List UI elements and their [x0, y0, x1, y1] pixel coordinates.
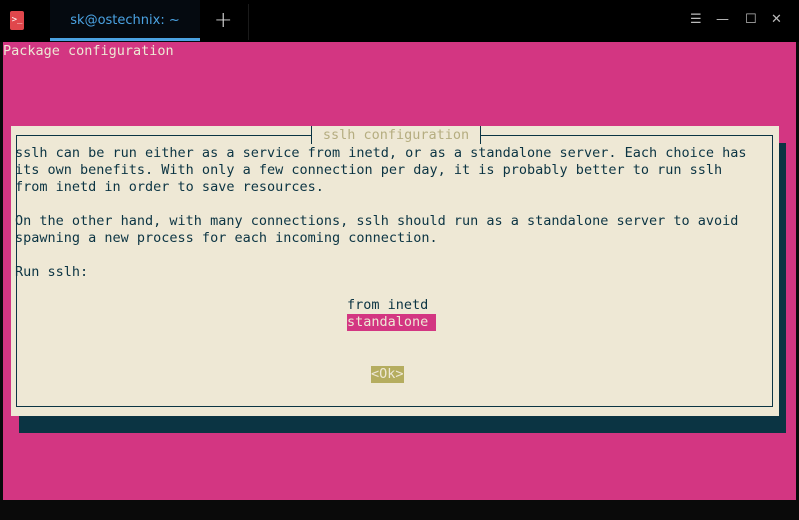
ok-button[interactable]: <Ok> [371, 366, 404, 383]
sslh-configuration-dialog: sslh configuration sslh can be run eithe… [11, 126, 779, 416]
description-line: spawning a new process for each incoming… [15, 230, 438, 246]
tab-divider [248, 4, 249, 40]
minimize-icon[interactable]: — [716, 12, 729, 27]
description-line: sslh can be run either as a service from… [15, 145, 747, 161]
new-tab-button[interactable]: + [214, 8, 232, 33]
tab-title: sk@ostechnix: ~ [70, 13, 180, 28]
option-from-inetd[interactable]: from inetd [347, 297, 428, 314]
description-line: its own benefits. With only a few connec… [15, 162, 723, 178]
description-line: On the other hand, with many connections… [15, 213, 739, 229]
title-bar: >_ sk@ostechnix: ~ + ☰ — ☐ ✕ [0, 0, 799, 42]
description-line: from inetd in order to save resources. [15, 179, 324, 195]
maximize-icon[interactable]: ☐ [745, 12, 757, 27]
menu-icon[interactable]: ☰ [690, 12, 702, 27]
terminal-app-icon: >_ [10, 11, 24, 30]
tab-active-indicator [50, 38, 200, 41]
package-configuration-header: Package configuration [3, 43, 174, 59]
tab-terminal[interactable]: sk@ostechnix: ~ [50, 0, 200, 42]
dialog-title: sslh configuration [311, 126, 481, 144]
run-sslh-prompt: Run sslh: [15, 264, 89, 280]
option-standalone[interactable]: standalone [347, 314, 437, 331]
close-icon[interactable]: ✕ [771, 12, 782, 27]
